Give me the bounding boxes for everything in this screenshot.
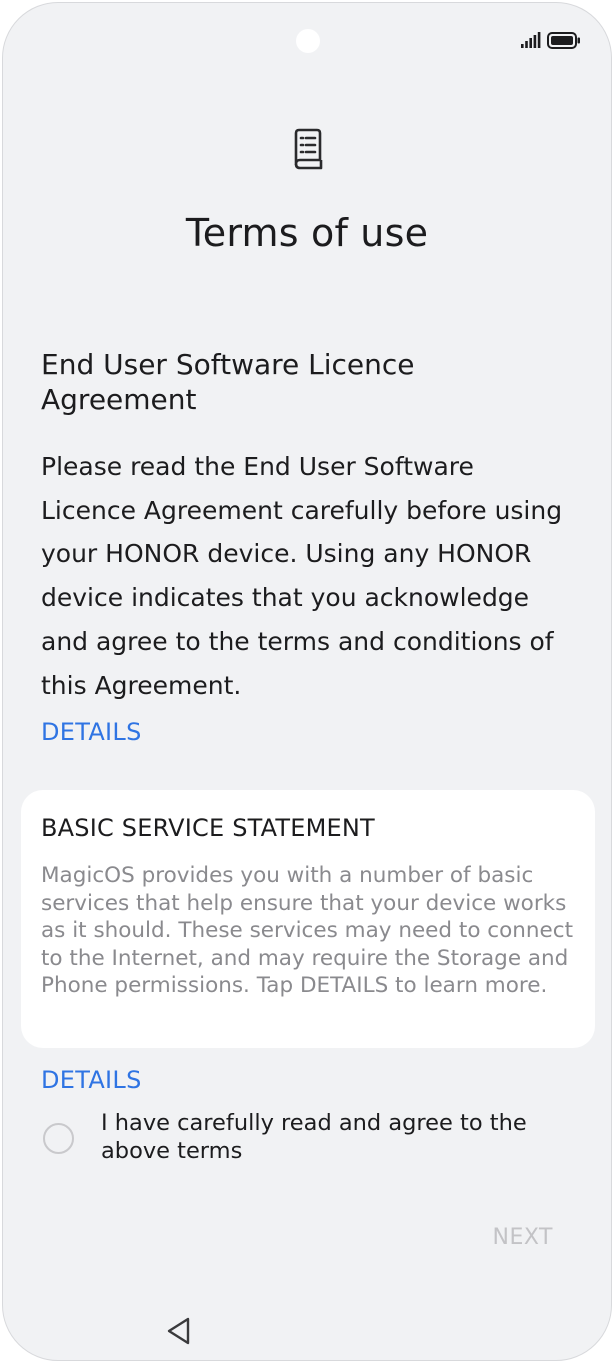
status-bar (521, 29, 581, 51)
signal-icon (521, 32, 541, 48)
agree-terms-row[interactable]: I have carefully read and agree to the a… (43, 1109, 588, 1179)
basic-service-body: MagicOS provides you with a number of ba… (41, 863, 574, 999)
agree-terms-label: I have carefully read and agree to the a… (101, 1110, 527, 1164)
next-button[interactable]: NEXT (493, 1225, 553, 1250)
basic-service-title: BASIC SERVICE STATEMENT (41, 814, 375, 842)
front-camera (296, 29, 320, 53)
back-triangle-icon[interactable] (165, 1316, 193, 1346)
eula-body-text: Please read the End User Software Licenc… (41, 452, 563, 700)
page-title: Terms of use (185, 211, 429, 255)
eula-details-link[interactable]: DETAILS (41, 718, 142, 746)
phone-frame: Terms of use End User Software Licence A… (2, 2, 612, 1361)
agree-radio-button[interactable] (43, 1123, 74, 1154)
basic-service-card: BASIC SERVICE STATEMENT MagicOS provides… (21, 790, 595, 1048)
basic-service-details-link[interactable]: DETAILS (41, 1066, 142, 1094)
eula-heading: End User Software Licence Agreement (41, 348, 415, 416)
battery-icon (547, 31, 580, 49)
document-icon (294, 128, 323, 170)
